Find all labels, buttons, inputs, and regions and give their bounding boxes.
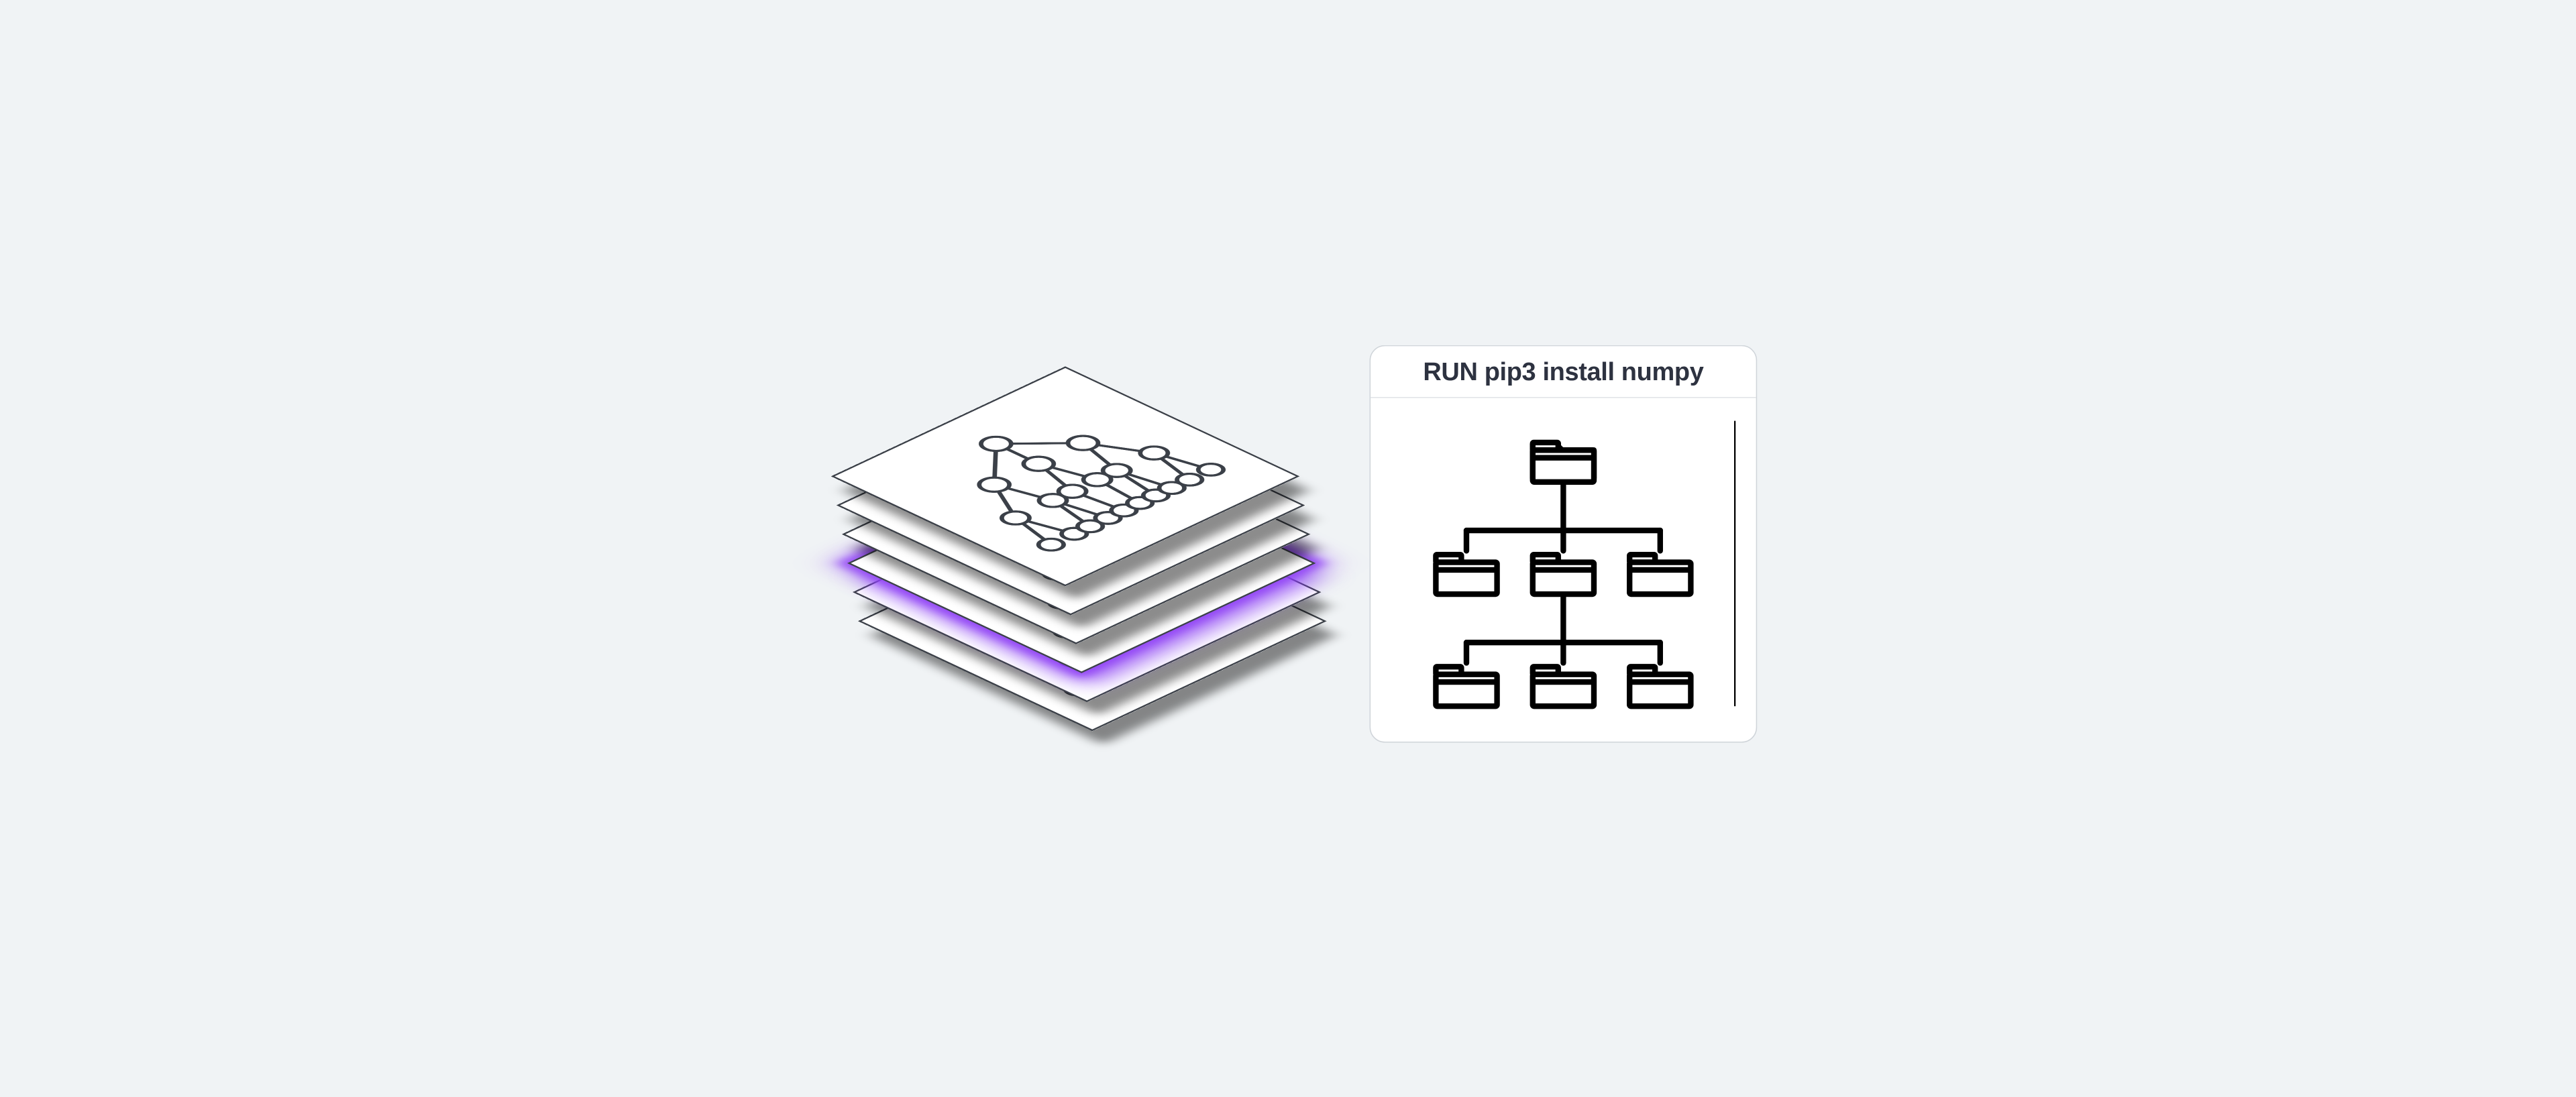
layer-stack (852, 406, 1311, 738)
folder-icon (1629, 667, 1690, 706)
folder-icon (1533, 555, 1594, 594)
folder-icon (1436, 667, 1497, 706)
card-body (1371, 398, 1756, 742)
folder-icon (1629, 555, 1690, 594)
card-title: RUN pip3 install numpy (1423, 357, 1703, 386)
card-header: RUN pip3 install numpy (1371, 346, 1756, 398)
image-layer (831, 366, 1300, 586)
folder-icon (1436, 555, 1497, 594)
folder-tree-icon (1393, 398, 1734, 729)
folder-icon (1533, 667, 1594, 706)
scrollbar-line (1734, 421, 1735, 707)
diagram-stage: RUN pip3 install numpy (798, 340, 1777, 757)
layer-detail-card: RUN pip3 install numpy (1370, 345, 1758, 743)
folder-icon (1533, 443, 1594, 482)
layer-graph-icon (835, 368, 1296, 585)
